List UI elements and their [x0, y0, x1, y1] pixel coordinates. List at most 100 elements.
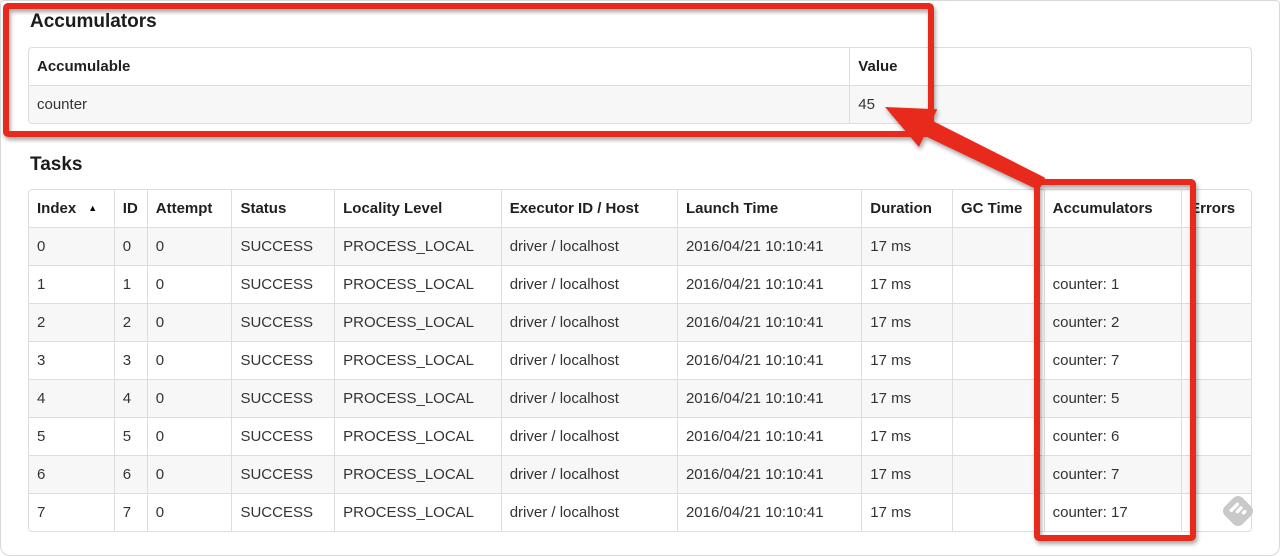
table-row: 3 3 0 SUCCESS PROCESS_LOCAL driver / loc…: [29, 341, 1251, 379]
table-cell: 3: [29, 341, 114, 379]
table-cell: driver / localhost: [500, 417, 677, 455]
table-row: 6 6 0 SUCCESS PROCESS_LOCAL driver / loc…: [29, 455, 1251, 493]
table-cell: PROCESS_LOCAL: [334, 455, 501, 493]
table-cell: 17 ms: [861, 227, 952, 265]
table-cell: [951, 227, 1044, 265]
table-cell: 17 ms: [861, 341, 952, 379]
accumulable-value-cell: 45: [849, 85, 1251, 123]
table-cell: [951, 455, 1044, 493]
table-cell: 1: [113, 265, 147, 303]
table-cell: 17 ms: [861, 493, 952, 531]
column-header-errors[interactable]: Errors: [1181, 190, 1251, 227]
table-cell: 2016/04/21 10:10:41: [676, 265, 862, 303]
table-cell: 17 ms: [861, 455, 952, 493]
table-cell: [1181, 341, 1251, 379]
table-cell: 5: [29, 417, 114, 455]
page-content: Accumulators Accumulable Value counter 4…: [1, 1, 1279, 532]
column-header-value: Value: [849, 48, 1251, 85]
column-header-duration[interactable]: Duration: [861, 190, 952, 227]
table-cell: 4: [113, 379, 147, 417]
table-cell: [951, 265, 1044, 303]
column-header-accumulators[interactable]: Accumulators: [1043, 190, 1182, 227]
table-cell: 17 ms: [861, 265, 952, 303]
table-cell: PROCESS_LOCAL: [334, 227, 501, 265]
table-cell: driver / localhost: [500, 493, 677, 531]
column-header-id[interactable]: ID: [113, 190, 147, 227]
table-row: 1 1 0 SUCCESS PROCESS_LOCAL driver / loc…: [29, 265, 1251, 303]
column-header-executor-id-host[interactable]: Executor ID / Host: [500, 190, 677, 227]
table-cell: counter: 1: [1043, 265, 1182, 303]
table-cell: 4: [29, 379, 114, 417]
table-cell: [1181, 227, 1251, 265]
table-cell: 0: [146, 417, 232, 455]
table-cell: 6: [29, 455, 114, 493]
table-cell: 2016/04/21 10:10:41: [676, 379, 862, 417]
table-cell: [1043, 227, 1182, 265]
column-header-index[interactable]: Index ▲: [29, 190, 114, 227]
column-header-status[interactable]: Status: [231, 190, 334, 227]
table-cell: 7: [113, 493, 147, 531]
table-cell: 2016/04/21 10:10:41: [676, 455, 862, 493]
table-cell: driver / localhost: [500, 265, 677, 303]
column-header-attempt[interactable]: Attempt: [146, 190, 232, 227]
table-cell: 17 ms: [861, 379, 952, 417]
table-header-row: Accumulable Value: [29, 48, 1251, 85]
table-row: counter 45: [29, 85, 1251, 123]
table-cell: [951, 417, 1044, 455]
table-cell: 1: [29, 265, 114, 303]
column-header-gc-time[interactable]: GC Time: [951, 190, 1044, 227]
table-cell: SUCCESS: [231, 227, 335, 265]
table-cell: 0: [113, 227, 147, 265]
table-cell: [1181, 417, 1251, 455]
table-cell: 2016/04/21 10:10:41: [676, 341, 862, 379]
column-header-locality-level[interactable]: Locality Level: [334, 190, 501, 227]
spark-stage-page: Accumulators Accumulable Value counter 4…: [0, 0, 1280, 556]
table-cell: driver / localhost: [500, 227, 677, 265]
table-cell: 0: [146, 455, 232, 493]
table-row: 5 5 0 SUCCESS PROCESS_LOCAL driver / loc…: [29, 417, 1251, 455]
tasks-table: Index ▲ ID Attempt Status Locality Level …: [28, 189, 1252, 532]
table-cell: counter: 6: [1043, 417, 1182, 455]
table-cell: PROCESS_LOCAL: [334, 341, 501, 379]
table-cell: [1181, 265, 1251, 303]
table-cell: SUCCESS: [231, 303, 335, 341]
accumulable-name-cell: counter: [29, 85, 850, 123]
table-cell: 3: [113, 341, 147, 379]
table-cell: driver / localhost: [500, 303, 677, 341]
accumulators-table: Accumulable Value counter 45: [28, 47, 1252, 124]
table-cell: 0: [146, 265, 232, 303]
table-cell: 2016/04/21 10:10:41: [676, 227, 862, 265]
table-cell: PROCESS_LOCAL: [334, 417, 501, 455]
column-header-launch-time[interactable]: Launch Time: [676, 190, 861, 227]
table-cell: PROCESS_LOCAL: [334, 493, 501, 531]
table-cell: [1181, 303, 1251, 341]
column-header-index-label: Index: [37, 200, 77, 217]
table-cell: 17 ms: [861, 303, 952, 341]
table-cell: [1181, 379, 1251, 417]
table-cell: PROCESS_LOCAL: [334, 265, 501, 303]
table-row: 2 2 0 SUCCESS PROCESS_LOCAL driver / loc…: [29, 303, 1251, 341]
table-cell: counter: 17: [1043, 493, 1182, 531]
table-cell: PROCESS_LOCAL: [334, 303, 501, 341]
table-cell: SUCCESS: [231, 417, 335, 455]
table-cell: 7: [29, 493, 114, 531]
table-cell: driver / localhost: [500, 379, 677, 417]
table-cell: 0: [29, 227, 114, 265]
table-cell: 5: [113, 417, 147, 455]
table-cell: 2: [113, 303, 147, 341]
table-cell: driver / localhost: [500, 455, 677, 493]
table-cell: 6: [113, 455, 147, 493]
tasks-section-title: Tasks: [30, 154, 83, 175]
table-cell: SUCCESS: [231, 379, 335, 417]
feedly-mini-icon[interactable]: [1213, 486, 1263, 536]
table-cell: [951, 379, 1044, 417]
table-cell: SUCCESS: [231, 341, 335, 379]
table-row: 4 4 0 SUCCESS PROCESS_LOCAL driver / loc…: [29, 379, 1251, 417]
table-row: 7 7 0 SUCCESS PROCESS_LOCAL driver / loc…: [29, 493, 1251, 531]
column-header-accumulable: Accumulable: [37, 58, 131, 75]
table-cell: counter: 7: [1043, 455, 1182, 493]
sort-ascending-icon: ▲: [88, 203, 98, 213]
table-cell: SUCCESS: [231, 455, 335, 493]
table-cell: counter: 2: [1043, 303, 1182, 341]
table-cell: 2016/04/21 10:10:41: [676, 303, 862, 341]
